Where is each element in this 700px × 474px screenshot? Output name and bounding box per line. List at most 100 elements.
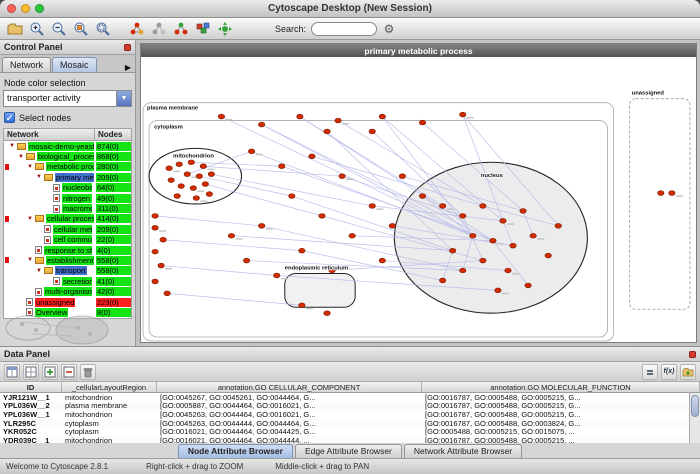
- column-header[interactable]: _cellularLayoutRegion: [62, 382, 157, 393]
- tab-network[interactable]: Network: [2, 57, 51, 72]
- network-node[interactable]: [510, 243, 516, 248]
- column-header[interactable]: ID: [0, 382, 62, 393]
- search-input[interactable]: [311, 22, 377, 36]
- tree-row[interactable]: macromolecule...311(0): [4, 203, 131, 213]
- float-panel-icon[interactable]: [689, 351, 696, 358]
- tab-node-attribute-browser[interactable]: Node Attribute Browser: [178, 444, 293, 458]
- network-node[interactable]: [349, 233, 355, 238]
- network-node[interactable]: [176, 162, 182, 167]
- network-node[interactable]: [274, 273, 280, 278]
- network-node[interactable]: [369, 129, 375, 134]
- network-node[interactable]: [460, 268, 466, 273]
- tree-row[interactable]: ▼metabolic process280(0): [4, 162, 131, 172]
- expand-arrow-icon[interactable]: ▼: [36, 174, 44, 180]
- color-attribute-combobox[interactable]: transporter activity ▼: [3, 90, 132, 107]
- open-session-button[interactable]: [5, 19, 25, 38]
- network-canvas[interactable]: plasma membranecytoplasmmitochondrionnuc…: [141, 57, 696, 342]
- network-tree-label[interactable]: biological_process: [37, 152, 94, 161]
- expand-arrow-icon[interactable]: ▼: [36, 268, 44, 274]
- network-node[interactable]: [228, 233, 234, 238]
- column-header[interactable]: annotation.GO CELLULAR_COMPONENT: [157, 382, 422, 393]
- table-row[interactable]: YPL036W__1mitochondrion[GO:0045263, GO:0…: [0, 410, 700, 419]
- network-tree-label[interactable]: cellular process: [46, 214, 94, 223]
- network-node[interactable]: [389, 223, 395, 228]
- tree-row[interactable]: ▼transport558(0): [4, 266, 131, 276]
- network-tree-label[interactable]: nitrogen compou...: [62, 194, 92, 203]
- nodes-column-header[interactable]: Nodes: [95, 129, 131, 140]
- float-panel-icon[interactable]: [124, 44, 131, 51]
- tree-row[interactable]: nucleobase...64(0): [4, 183, 131, 193]
- network-tree-label[interactable]: establishment of lo...: [46, 256, 94, 265]
- new-network-from-selection-button[interactable]: [171, 19, 191, 38]
- network-node[interactable]: [258, 223, 264, 228]
- network-node[interactable]: [419, 194, 425, 199]
- network-node[interactable]: [202, 182, 208, 187]
- expand-arrow-icon[interactable]: ▼: [27, 216, 35, 222]
- network-node[interactable]: [460, 214, 466, 219]
- network-node[interactable]: [193, 196, 199, 201]
- network-node[interactable]: [166, 166, 172, 171]
- network-node[interactable]: [669, 191, 675, 196]
- network-tree-label[interactable]: macromolecule...: [62, 204, 92, 213]
- network-node[interactable]: [439, 204, 445, 209]
- network-node[interactable]: [319, 214, 325, 219]
- search-options-button[interactable]: ⚙: [379, 19, 399, 38]
- apply-layout-button[interactable]: [215, 19, 235, 38]
- network-column-header[interactable]: Network: [4, 129, 95, 140]
- table-row[interactable]: YDR039C__1mitochondrion[GO:0016021, GO:0…: [0, 436, 700, 443]
- network-node[interactable]: [480, 204, 486, 209]
- column-header[interactable]: annotation.GO MOLECULAR_FUNCTION: [422, 382, 700, 393]
- network-node[interactable]: [164, 291, 170, 296]
- tree-row[interactable]: cellular metabol...209(0): [4, 224, 131, 234]
- tree-row[interactable]: secretion41(0): [4, 276, 131, 286]
- network-tree-label[interactable]: secretion: [62, 277, 92, 286]
- network-node[interactable]: [449, 248, 455, 253]
- network-node[interactable]: [196, 174, 202, 179]
- network-node[interactable]: [495, 288, 501, 293]
- network-node[interactable]: [460, 112, 466, 117]
- network-node[interactable]: [555, 223, 561, 228]
- network-node[interactable]: [339, 174, 345, 179]
- expand-arrow-icon[interactable]: ▼: [18, 154, 26, 160]
- table-row[interactable]: YKR052Ccytoplasm[GO:0016021, GO:0044464,…: [0, 427, 700, 436]
- zoom-out-button[interactable]: [49, 19, 69, 38]
- network-tree-label[interactable]: mosaic-demo-yeast: [28, 142, 94, 151]
- tree-row[interactable]: ▼cellular process414(0): [4, 214, 131, 224]
- import-attributes-button[interactable]: [680, 364, 696, 380]
- select-first-neighbors-button[interactable]: [127, 19, 147, 38]
- network-tree-label[interactable]: nucleobase...: [62, 183, 92, 192]
- tree-row[interactable]: nitrogen compou...49(0): [4, 193, 131, 203]
- network-node[interactable]: [279, 164, 285, 169]
- network-node[interactable]: [520, 209, 526, 214]
- table-row[interactable]: YPL036W__2plasma membrane[GO:0005887, GO…: [0, 402, 700, 411]
- network-node[interactable]: [525, 283, 531, 288]
- tree-row[interactable]: ▼biological_process868(0): [4, 151, 131, 161]
- scrollbar-thumb[interactable]: [691, 395, 699, 417]
- network-node[interactable]: [188, 160, 194, 165]
- tree-row[interactable]: multi-organism pro...42(0): [4, 286, 131, 296]
- network-node[interactable]: [419, 120, 425, 125]
- network-node[interactable]: [379, 258, 385, 263]
- network-node[interactable]: [184, 172, 190, 177]
- tab-edge-attribute-browser[interactable]: Edge Attribute Browser: [295, 444, 402, 458]
- network-node[interactable]: [297, 114, 303, 119]
- network-tree-label[interactable]: transport: [55, 266, 87, 275]
- delete-table-button[interactable]: [80, 364, 96, 380]
- network-node[interactable]: [174, 194, 180, 199]
- table-row[interactable]: YJR121W__1mitochondrion[GO:0045267, GO:0…: [0, 393, 700, 402]
- network-node[interactable]: [545, 253, 551, 258]
- network-node[interactable]: [490, 238, 496, 243]
- zoom-fit-content-button[interactable]: [93, 19, 113, 38]
- network-tree-label[interactable]: cellular metabol...: [53, 225, 92, 234]
- network-tree-label[interactable]: primary metabolic process: [55, 173, 94, 182]
- network-node[interactable]: [299, 248, 305, 253]
- table-row[interactable]: YLR295Ccytoplasm[GO:0045263, GO:0044444,…: [0, 419, 700, 428]
- tree-row[interactable]: ▼establishment of lo...558(0): [4, 255, 131, 265]
- network-node[interactable]: [168, 178, 174, 183]
- vizmapper-button[interactable]: [193, 19, 213, 38]
- network-node[interactable]: [258, 122, 264, 127]
- network-node[interactable]: [309, 154, 315, 159]
- network-tree-label[interactable]: metabolic process: [46, 162, 94, 171]
- tree-row[interactable]: cell communicati...22(0): [4, 235, 131, 245]
- network-node[interactable]: [200, 164, 206, 169]
